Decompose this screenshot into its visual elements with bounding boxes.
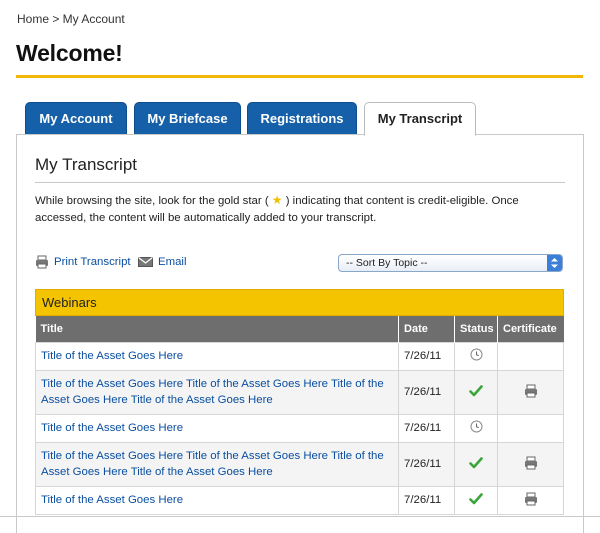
status-cell [454,413,498,443]
tab-my-briefcase[interactable]: My Briefcase [134,102,241,135]
checkmark-icon [469,456,483,468]
checkmark-icon [469,384,483,396]
printer-icon[interactable] [524,384,538,398]
envelope-icon [138,257,153,267]
intro-text-before: While browsing the site, look for the go… [35,195,272,207]
print-transcript-label: Print Transcript [54,256,131,268]
table-row: Title of the Asset Goes Here 7/26/11 [34,341,564,371]
tab-my-account[interactable]: My Account [25,102,127,135]
title-cell: Title of the Asset Goes Here [34,341,400,371]
certificate-cell [497,441,564,487]
breadcrumb[interactable]: Home > My Account [17,12,125,26]
tab-registrations[interactable]: Registrations [247,102,357,135]
intro-text: While browsing the site, look for the go… [35,192,570,227]
status-cell [454,369,498,415]
table-row: Title of the Asset Goes Here Title of th… [34,441,564,487]
clock-icon [470,420,482,433]
page-title: Welcome! [16,40,123,66]
sort-select-value: -- Sort By Topic -- [346,257,428,269]
date-cell: 7/26/11 [398,369,456,415]
bottom-divider [0,516,600,517]
transcript-table: Title Date Status Certificate Title of t… [34,316,564,515]
printer-icon[interactable] [524,456,538,470]
title-cell: Title of the Asset Goes Here [34,413,400,443]
asset-title-link[interactable]: Title of the Asset Goes Here [41,422,183,434]
title-divider [16,75,583,78]
asset-title-link[interactable]: Title of the Asset Goes Here Title of th… [41,450,384,479]
webinars-group-header: Webinars [35,289,564,316]
table-header-row: Title Date Status Certificate [35,316,564,342]
table-row: Title of the Asset Goes Here Title of th… [34,369,564,415]
checkmark-icon [469,492,483,504]
table-row: Title of the Asset Goes Here 7/26/11 [34,413,564,443]
table-row: Title of the Asset Goes Here 7/26/11 [34,485,564,515]
column-header-date: Date [398,316,456,342]
column-header-certificate: Certificate [497,316,564,342]
sort-select[interactable]: -- Sort By Topic -- [338,254,563,272]
email-label: Email [158,255,187,268]
status-cell [454,441,498,487]
print-transcript-link[interactable]: Print Transcript [35,255,131,269]
clock-icon [470,348,482,361]
certificate-cell [497,413,564,443]
asset-title-link[interactable]: Title of the Asset Goes Here [41,350,183,362]
title-cell: Title of the Asset Goes Here Title of th… [34,369,400,415]
email-link[interactable]: Email [138,255,186,268]
select-arrows-icon [547,255,562,271]
title-cell: Title of the Asset Goes Here [34,485,400,515]
section-title: My Transcript [35,155,138,174]
certificate-cell [497,369,564,415]
status-cell [454,485,498,515]
date-cell: 7/26/11 [398,413,456,443]
column-header-status: Status [454,316,498,342]
certificate-cell [497,341,564,371]
date-cell: 7/26/11 [398,485,456,515]
date-cell: 7/26/11 [398,341,456,371]
gold-star-icon: ★ [271,193,283,207]
printer-icon [36,255,48,269]
date-cell: 7/26/11 [398,441,456,487]
status-cell [454,341,498,371]
title-cell: Title of the Asset Goes Here Title of th… [34,441,400,487]
section-divider [35,182,565,183]
printer-icon[interactable] [524,492,538,506]
tab-my-transcript[interactable]: My Transcript [364,102,476,136]
asset-title-link[interactable]: Title of the Asset Goes Here Title of th… [41,378,384,407]
column-header-title: Title [35,316,400,342]
asset-title-link[interactable]: Title of the Asset Goes Here [41,494,183,506]
certificate-cell [497,485,564,515]
